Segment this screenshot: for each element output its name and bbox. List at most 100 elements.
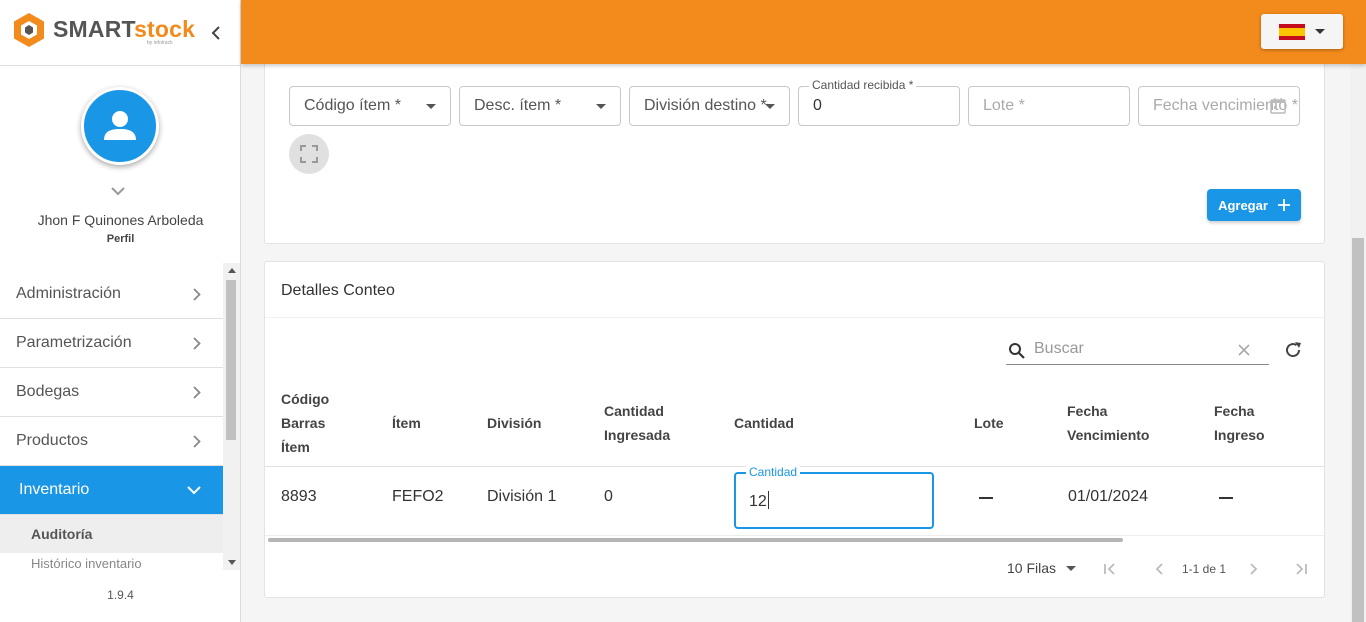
chevron-down-icon[interactable] — [110, 186, 126, 196]
table-horizontal-scrollbar[interactable] — [268, 538, 1123, 542]
sidebar-item-inventario[interactable]: Inventario — [0, 466, 223, 515]
next-page-icon[interactable] — [1246, 562, 1260, 576]
rows-per-page-select[interactable]: 10 Filas — [1007, 560, 1077, 576]
scroll-thumb[interactable] — [226, 280, 236, 440]
col-fecha-vencimiento[interactable]: Fecha Vencimiento — [1067, 399, 1149, 447]
col-label: Código — [281, 391, 330, 407]
scan-frame-icon — [300, 145, 318, 163]
division-destino-label: División destino * — [644, 97, 767, 114]
cantidad-input-label: Cantidad — [746, 465, 801, 479]
col-codigo-barras[interactable]: Código Barras Ítem — [281, 387, 329, 459]
col-division[interactable]: División — [487, 411, 541, 435]
last-page-icon[interactable] — [1294, 562, 1308, 576]
agregar-button[interactable]: Agregar — [1207, 189, 1301, 221]
caret-down-icon — [1315, 29, 1325, 34]
desc-item-select[interactable]: Desc. ítem * — [459, 86, 621, 126]
lote-placeholder: Lote * — [983, 97, 1025, 114]
col-label: Ingresada — [604, 427, 671, 443]
chevron-left-icon — [211, 26, 220, 40]
cantidad-recibida-value: 0 — [813, 97, 822, 114]
cell-division: División 1 — [487, 488, 557, 505]
cantidad-input[interactable]: Cantidad 12 — [734, 465, 934, 529]
cell-fecha-ingreso-empty — [1219, 497, 1233, 499]
col-lote[interactable]: Lote — [974, 411, 1004, 435]
caret-down-icon — [1066, 565, 1077, 571]
col-label: Cantidad — [604, 403, 664, 419]
spain-flag-icon — [1279, 23, 1305, 40]
cell-cantidad-ingresada: 0 — [604, 488, 613, 505]
dropdown-arrow-icon — [426, 104, 436, 109]
sidebar-item-administracion[interactable]: Administración — [0, 270, 223, 319]
search-input[interactable]: Buscar — [1006, 334, 1269, 365]
scan-button[interactable] — [289, 134, 329, 174]
plus-icon — [1277, 199, 1290, 211]
cantidad-recibida-label: Cantidad recibida * — [809, 78, 917, 92]
desc-item-label: Desc. ítem * — [474, 97, 562, 114]
sidebar-scrollbar[interactable] — [223, 263, 240, 570]
page-scrollbar[interactable] — [1350, 64, 1366, 622]
refresh-icon[interactable] — [1283, 340, 1303, 360]
sidebar-subitem-auditoria[interactable]: Auditoría — [0, 515, 223, 553]
profile-link[interactable]: Perfil — [0, 233, 241, 245]
prev-page-icon[interactable] — [1153, 562, 1167, 576]
detalles-conteo-card: Detalles Conteo Buscar Código Barras Íte… — [264, 261, 1325, 598]
cell-codigo: 8893 — [281, 488, 317, 505]
rows-per-page-label: 10 Filas — [1007, 560, 1057, 576]
codigo-item-select[interactable]: Código ítem * — [289, 86, 451, 126]
search-placeholder: Buscar — [1034, 340, 1084, 357]
calendar-icon[interactable] — [1269, 97, 1287, 115]
row-divider — [265, 535, 1324, 536]
col-label: Barras — [281, 415, 326, 431]
chevron-right-icon — [193, 385, 201, 399]
chevron-right-icon — [193, 287, 201, 301]
page-scroll-thumb[interactable] — [1352, 238, 1364, 622]
col-label: Ingreso — [1214, 427, 1265, 443]
sidebar-item-label: Administración — [16, 285, 121, 302]
chevron-right-icon — [193, 336, 201, 350]
collapse-sidebar-button[interactable] — [205, 22, 227, 44]
sidebar-item-label: Inventario — [19, 481, 90, 498]
col-cantidad[interactable]: Cantidad — [734, 411, 794, 435]
cantidad-input-value: 12 — [749, 491, 769, 510]
cantidad-recibida-input[interactable]: Cantidad recibida * 0 — [798, 78, 960, 126]
division-destino-select[interactable]: División destino * — [629, 86, 790, 126]
scroll-up-icon[interactable] — [228, 268, 236, 273]
cell-item: FEFO2 — [392, 488, 444, 505]
logo-icon — [14, 13, 44, 47]
card-title: Detalles Conteo — [281, 282, 395, 299]
logo-bar: SMARTstock by infotrack — [0, 0, 240, 66]
sidebar-subitem-historico[interactable]: Histórico inventario — [0, 553, 223, 571]
dropdown-arrow-icon — [596, 104, 606, 109]
col-item[interactable]: Ítem — [392, 411, 421, 435]
avatar[interactable] — [81, 87, 159, 165]
pagination-range: 1-1 de 1 — [1182, 562, 1227, 576]
cell-fecha-vencimiento: 01/01/2024 — [1068, 488, 1149, 505]
sidebar-item-parametrizacion[interactable]: Parametrización — [0, 319, 223, 368]
lote-input[interactable]: Lote * — [968, 86, 1130, 126]
cell-lote-empty — [979, 497, 993, 499]
col-cantidad-ingresada[interactable]: Cantidad Ingresada — [604, 399, 670, 447]
clear-icon[interactable] — [1238, 344, 1250, 356]
brand-sub: by infotrack — [147, 40, 173, 46]
col-fecha-ingreso[interactable]: Fecha Ingreso — [1214, 399, 1265, 447]
scroll-down-icon[interactable] — [228, 560, 236, 565]
sidebar-menu: Administración Parametrización Bodegas P… — [0, 270, 223, 570]
chevron-down-icon — [187, 485, 201, 494]
app-version: 1.9.4 — [107, 588, 134, 602]
sidebar: SMARTstock by infotrack Jhon F Quinones … — [0, 0, 241, 622]
chevron-right-icon — [193, 434, 201, 448]
sidebar-item-label: Parametrización — [16, 334, 132, 351]
agregar-label: Agregar — [1218, 197, 1268, 213]
search-icon — [1009, 343, 1025, 359]
sidebar-item-bodegas[interactable]: Bodegas — [0, 368, 223, 417]
fecha-vencimiento-input[interactable]: Fecha vencimiento * — [1138, 86, 1300, 126]
divider — [265, 317, 1324, 318]
codigo-item-label: Código ítem * — [304, 97, 401, 114]
sidebar-item-label: Productos — [16, 432, 89, 449]
sidebar-item-label: Bodegas — [16, 383, 80, 400]
sidebar-item-productos[interactable]: Productos — [0, 417, 223, 466]
user-name: Jhon F Quinones Arboleda — [37, 212, 204, 228]
top-bar — [241, 0, 1366, 64]
first-page-icon[interactable] — [1103, 562, 1117, 576]
language-selector[interactable] — [1261, 14, 1343, 49]
